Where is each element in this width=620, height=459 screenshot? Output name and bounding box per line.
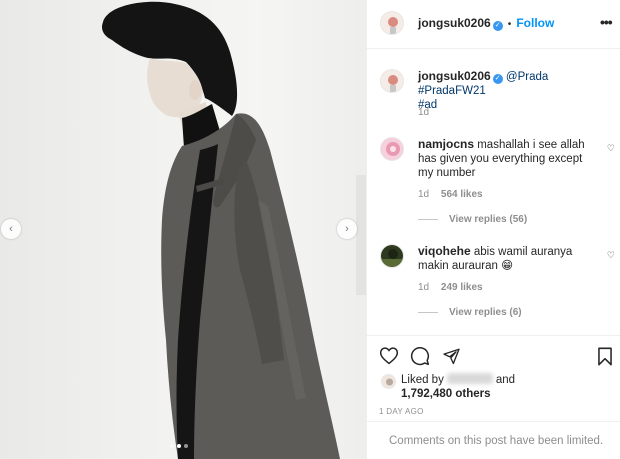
carousel-dot — [184, 444, 188, 448]
header-separator: • — [507, 19, 512, 30]
comment-text-line: my number — [418, 167, 476, 179]
caption-text: jongsuk0206 ✓ @Prada #PradaFW21 #ad — [418, 69, 613, 112]
model-figure — [102, 1, 340, 459]
comment-text-line: makin aurauran 😁 — [418, 260, 514, 272]
comment-username[interactable]: viqohehe — [418, 244, 471, 258]
caption-mention[interactable]: @Prada — [506, 71, 548, 83]
caption-hashtag[interactable]: #PradaFW21 — [418, 85, 486, 97]
instagram-post: ‹ › jongsuk0206 ✓ • Follow ••• jongsuk020… — [0, 0, 620, 459]
comment-avatar[interactable] — [380, 244, 404, 268]
likes-count-others[interactable]: 1,792,480 others — [401, 388, 491, 400]
like-heart-icon[interactable] — [379, 346, 399, 365]
carousel-dot — [170, 444, 174, 448]
comment-time[interactable]: 1d — [418, 189, 429, 200]
view-replies-label: View replies (6) — [449, 307, 522, 318]
caption-time[interactable]: 1d — [418, 107, 429, 118]
comments-limited-notice: Comments on this post have been limited. — [367, 421, 620, 459]
liked-by-prefix: Liked by — [401, 374, 444, 386]
comment-likes[interactable]: 249 likes — [441, 282, 483, 293]
view-replies-button[interactable]: View replies (6) — [418, 307, 522, 318]
carousel-dots — [170, 444, 188, 448]
comment-meta: 1d 249 likes — [418, 282, 483, 293]
follow-button[interactable]: Follow — [516, 16, 554, 30]
verified-badge-icon: ✓ — [492, 74, 503, 84]
blurred-liker-name[interactable] — [446, 373, 493, 384]
caption-username[interactable]: jongsuk0206 — [418, 69, 491, 83]
post-photo[interactable]: ‹ › — [0, 0, 366, 459]
save-bookmark-icon[interactable] — [597, 347, 613, 366]
author-username[interactable]: jongsuk0206 — [418, 16, 491, 30]
comment-username[interactable]: namjocns — [418, 137, 474, 151]
comment-avatar[interactable] — [380, 137, 404, 161]
previous-slide-arrow-icon[interactable]: ‹ — [1, 219, 21, 239]
post-time-ago[interactable]: 1 DAY AGO — [379, 407, 424, 416]
share-send-icon[interactable] — [442, 347, 461, 365]
comment-text-line: abis wamil auranya — [473, 246, 573, 258]
view-replies-button[interactable]: View replies (56) — [418, 214, 527, 225]
post-actions: Liked by and 1,792,480 others 1 DAY AGO C… — [367, 335, 620, 459]
comment-meta: 1d 564 likes — [418, 189, 483, 200]
comment-like-heart-icon[interactable]: ♡ — [607, 143, 615, 154]
liker-avatar[interactable] — [381, 374, 396, 389]
post-side-panel: jongsuk0206 ✓ • Follow ••• jongsuk0206 ✓ @… — [366, 0, 620, 459]
replies-line — [418, 219, 438, 220]
comment-body: viqohehe abis wamil auranya makin auraur… — [418, 244, 598, 273]
header-line: jongsuk0206 ✓ • Follow — [418, 16, 554, 31]
author-avatar[interactable] — [380, 11, 404, 35]
next-slide-arrow-icon[interactable]: › — [337, 219, 357, 239]
verified-badge-icon: ✓ — [492, 21, 503, 31]
comment-like-heart-icon[interactable]: ♡ — [607, 250, 615, 261]
liked-by-suffix: and — [495, 374, 516, 386]
post-header: jongsuk0206 ✓ • Follow ••• — [367, 0, 620, 49]
comment-text-line: mashallah i see allah — [477, 139, 585, 151]
carousel-dot-active — [177, 444, 181, 448]
more-options-icon[interactable]: ••• — [600, 14, 613, 30]
comment-text-line: has given you everything except — [418, 153, 583, 165]
comment-body: namjocns mashallah i see allah has given… — [418, 137, 598, 180]
caption-author-avatar[interactable] — [380, 69, 404, 93]
liked-by-text: Liked by and 1,792,480 others — [401, 373, 515, 401]
comment-time[interactable]: 1d — [418, 282, 429, 293]
comment-likes[interactable]: 564 likes — [441, 189, 483, 200]
view-replies-label: View replies (56) — [449, 214, 528, 225]
replies-line — [418, 312, 438, 313]
comment-bubble-icon[interactable] — [410, 346, 430, 366]
